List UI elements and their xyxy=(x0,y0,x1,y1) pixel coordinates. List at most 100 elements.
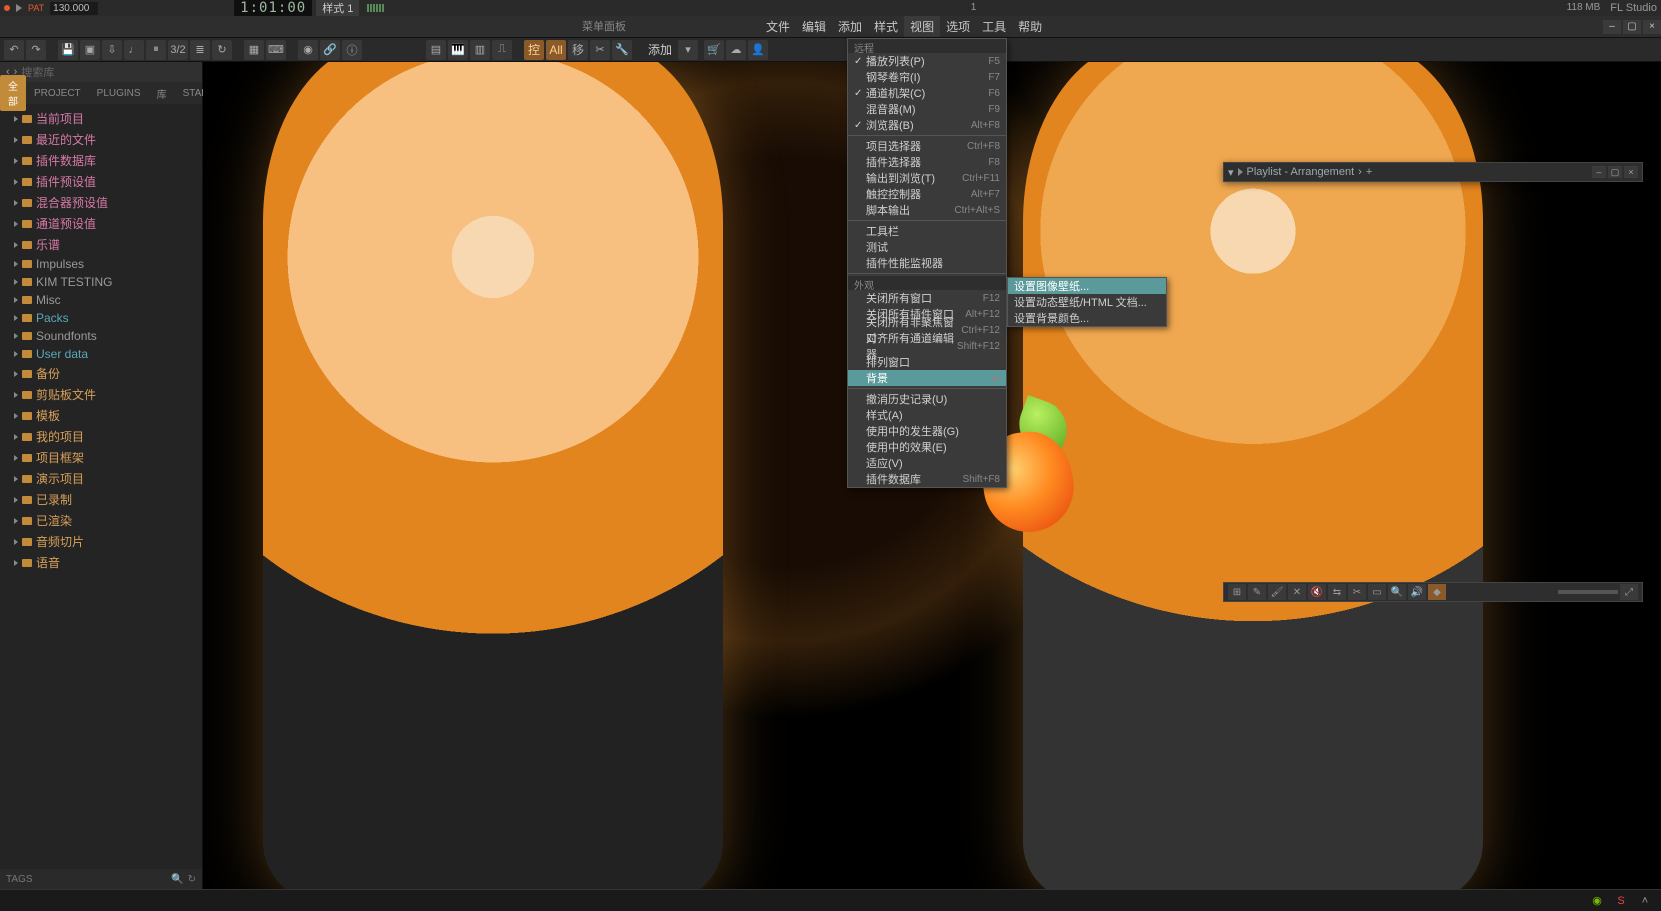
tree-node[interactable]: Misc xyxy=(0,291,202,309)
menu-item[interactable]: 钢琴卷帘(I)F7 xyxy=(848,69,1006,85)
pl-expand-icon[interactable]: ⤢ xyxy=(1620,584,1638,600)
tree-node[interactable]: 备份 xyxy=(0,363,202,384)
menu-item[interactable]: 使用中的效果(E) xyxy=(848,439,1006,455)
tool-typing-icon[interactable]: ⌨ xyxy=(266,40,286,60)
tool-undo-icon[interactable]: ↶ xyxy=(4,40,24,60)
tool-save-icon[interactable]: 💾 xyxy=(58,40,78,60)
playlist-max-icon[interactable]: ▢ xyxy=(1608,166,1622,178)
tray-chevron-icon[interactable]: ˄ xyxy=(1637,893,1653,909)
record-dot-icon[interactable] xyxy=(4,5,10,11)
play-icon[interactable] xyxy=(16,4,22,12)
tool-playlist-icon[interactable]: ▤ xyxy=(426,40,446,60)
playlist-close-icon[interactable]: × xyxy=(1624,166,1638,178)
refresh-icon[interactable]: ↻ xyxy=(188,874,196,885)
menu-item[interactable]: 对齐所有通道编辑器Shift+F12 xyxy=(848,338,1006,354)
tree-node[interactable]: 插件预设值 xyxy=(0,171,202,192)
tree-node[interactable]: 我的项目 xyxy=(0,426,202,447)
tray-input-icon[interactable]: S xyxy=(1613,893,1629,909)
tool-metronome-icon[interactable]: ♩ xyxy=(124,40,144,60)
tab-project[interactable]: PROJECT xyxy=(26,85,89,102)
browser-search[interactable]: ‹ › 搜索库 xyxy=(0,62,202,82)
tree-node[interactable]: KIM TESTING xyxy=(0,273,202,291)
playlist-add-icon[interactable]: + xyxy=(1366,166,1372,178)
tool-info-icon[interactable]: ⓘ xyxy=(342,40,362,60)
menu-item[interactable]: 背景▶ xyxy=(848,370,1006,386)
tree-node[interactable]: Impulses xyxy=(0,255,202,273)
tree-node[interactable]: 乐谱 xyxy=(0,234,202,255)
tab-plugins[interactable]: PLUGINS xyxy=(89,85,149,102)
menu-item[interactable]: ✓通道机架(C)F6 xyxy=(848,85,1006,101)
menu-item[interactable]: 触控控制器Alt+F7 xyxy=(848,186,1006,202)
menu-item[interactable]: ✓播放列表(P)F5 xyxy=(848,53,1006,69)
tree-node[interactable]: User data xyxy=(0,345,202,363)
window-close-icon[interactable]: × xyxy=(1643,20,1661,34)
pl-slip-icon[interactable]: ⇆ xyxy=(1328,584,1346,600)
menu-file[interactable]: 文件 xyxy=(760,16,796,37)
tree-node[interactable]: 语音 xyxy=(0,552,202,573)
menu-item[interactable]: 撤消历史记录(U) xyxy=(848,391,1006,407)
submenu-item[interactable]: 设置图像壁纸... xyxy=(1008,278,1166,294)
tool-mixer-icon[interactable]: ⎍ xyxy=(492,40,512,60)
tool-channel-icon[interactable]: ▥ xyxy=(470,40,490,60)
menu-item[interactable]: 项目选择器Ctrl+F8 xyxy=(848,138,1006,154)
tree-node[interactable]: 项目框架 xyxy=(0,447,202,468)
tool-midi-icon[interactable]: ◉ xyxy=(298,40,318,60)
tree-node[interactable]: 演示项目 xyxy=(0,468,202,489)
menu-edit[interactable]: 编辑 xyxy=(796,16,832,37)
menu-item[interactable]: 使用中的发生器(G) xyxy=(848,423,1006,439)
menu-tools[interactable]: 工具 xyxy=(976,16,1012,37)
tool-user-icon[interactable]: 👤 xyxy=(748,40,768,60)
tree-node[interactable]: Packs xyxy=(0,309,202,327)
menu-item[interactable]: 输出到浏览(T)Ctrl+F11 xyxy=(848,170,1006,186)
pl-paint-icon[interactable]: 🖌 xyxy=(1268,584,1286,600)
menu-item[interactable]: 测试 xyxy=(848,239,1006,255)
menu-item[interactable]: 插件选择器F8 xyxy=(848,154,1006,170)
pl-playback-icon[interactable]: 🔊 xyxy=(1408,584,1426,600)
pl-mute-icon[interactable]: 🔇 xyxy=(1308,584,1326,600)
window-maximize-icon[interactable]: ▢ xyxy=(1623,20,1641,34)
search-icon[interactable]: 🔍 xyxy=(171,874,183,885)
menu-pattern[interactable]: 样式 xyxy=(868,16,904,37)
tool-export-icon[interactable]: ⇩ xyxy=(102,40,122,60)
pattern-selector[interactable]: 样式 1 xyxy=(316,0,359,16)
tool-wait-icon[interactable]: ⏸ xyxy=(146,40,166,60)
playlist-window[interactable]: ▾ Playlist - Arrangement › + – ▢ × xyxy=(1223,162,1643,182)
tool-dropdown-icon[interactable]: ▾ xyxy=(678,40,698,60)
tool-blend-icon[interactable]: ≣ xyxy=(190,40,210,60)
menu-item[interactable]: 插件性能监视器 xyxy=(848,255,1006,271)
menu-item[interactable]: 样式(A) xyxy=(848,407,1006,423)
pl-draw-icon[interactable]: ✎ xyxy=(1248,584,1266,600)
tab-library[interactable]: 库 xyxy=(149,83,175,104)
tree-node[interactable]: 已录制 xyxy=(0,489,202,510)
playlist-play-icon[interactable] xyxy=(1238,168,1243,176)
tree-node[interactable]: Soundfonts xyxy=(0,327,202,345)
menu-item[interactable]: 工具栏 xyxy=(848,223,1006,239)
menu-options[interactable]: 选项 xyxy=(940,16,976,37)
playlist-menu-icon[interactable]: ▾ xyxy=(1228,166,1234,179)
tool-add-label[interactable]: 添加 xyxy=(644,41,676,58)
menu-item[interactable]: 脚本输出Ctrl+Alt+S xyxy=(848,202,1006,218)
window-minimize-icon[interactable]: – xyxy=(1603,20,1621,34)
menu-view[interactable]: 视图 xyxy=(904,16,940,37)
pl-delete-icon[interactable]: ✕ xyxy=(1288,584,1306,600)
menu-item[interactable]: 适应(V) xyxy=(848,455,1006,471)
tray-nvidia-icon[interactable]: ◉ xyxy=(1589,893,1605,909)
submenu-item[interactable]: 设置背景颜色... xyxy=(1008,310,1166,326)
tree-node[interactable]: 模板 xyxy=(0,405,202,426)
menu-item[interactable]: ✓浏览器(B)Alt+F8 xyxy=(848,117,1006,133)
playlist-min-icon[interactable]: – xyxy=(1592,166,1606,178)
tree-node[interactable]: 插件数据库 xyxy=(0,150,202,171)
pl-mode-icon[interactable]: ◆ xyxy=(1428,584,1446,600)
chevron-right-icon[interactable]: › xyxy=(1358,166,1362,178)
menu-item[interactable]: 关闭所有窗口F12 xyxy=(848,290,1006,306)
tree-node[interactable]: 剪贴板文件 xyxy=(0,384,202,405)
menu-help[interactable]: 帮助 xyxy=(1012,16,1048,37)
tool-step-icon[interactable]: ▦ xyxy=(244,40,264,60)
tool-link-icon[interactable]: 🔗 xyxy=(320,40,340,60)
tool-cut-icon[interactable]: ✂ xyxy=(590,40,610,60)
tool-move-button[interactable]: 移 xyxy=(568,40,588,60)
menu-item[interactable]: 插件数据库Shift+F8 xyxy=(848,471,1006,487)
pl-slice-icon[interactable]: ✂ xyxy=(1348,584,1366,600)
tool-cloud-icon[interactable]: ☁ xyxy=(726,40,746,60)
tool-all-button[interactable]: All xyxy=(546,40,566,60)
